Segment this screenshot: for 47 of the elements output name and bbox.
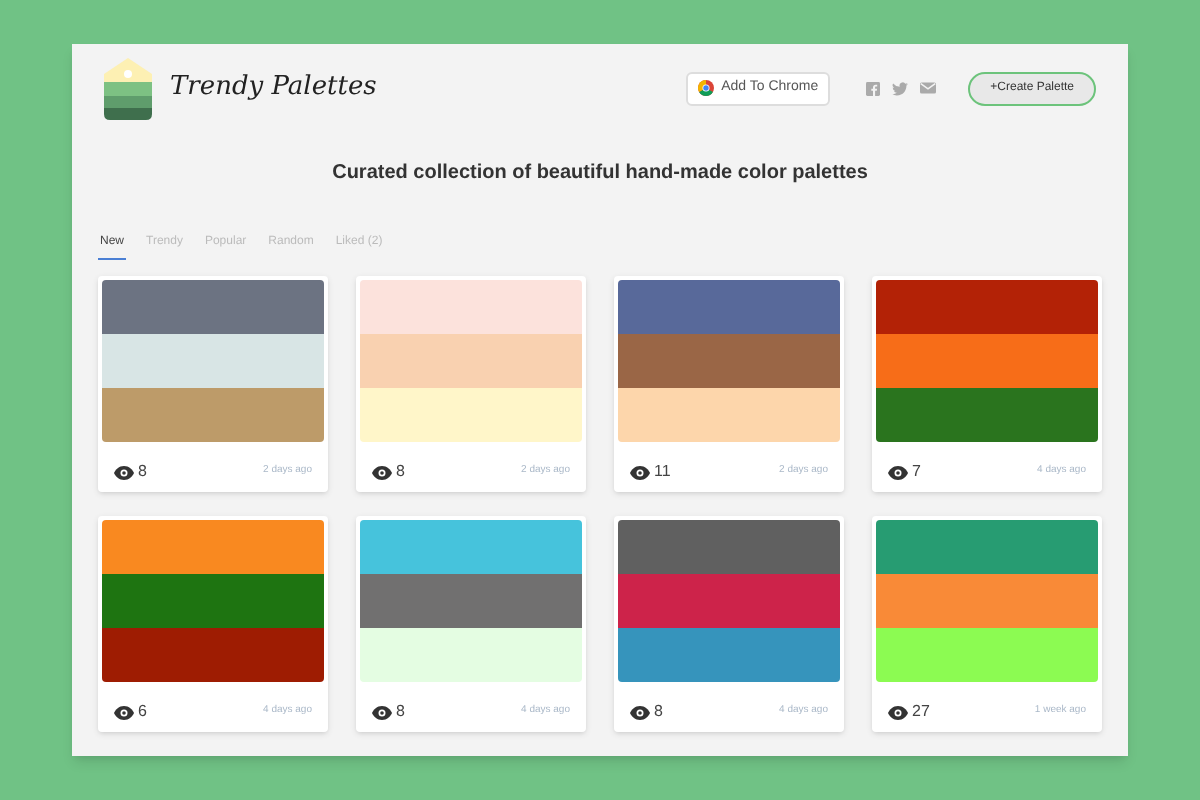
eye-icon (372, 465, 392, 479)
facebook-icon[interactable] (866, 81, 881, 95)
chrome-icon (697, 80, 714, 96)
view-count: 6 (138, 700, 147, 724)
view-count: 8 (138, 460, 147, 484)
color-swatch[interactable] (360, 334, 582, 388)
color-swatch[interactable] (618, 520, 840, 574)
eye-icon (114, 465, 134, 479)
eye-icon (372, 705, 392, 719)
eye-icon (888, 705, 908, 719)
color-swatch[interactable] (102, 388, 324, 442)
color-swatch[interactable] (102, 280, 324, 334)
view-count: 8 (654, 700, 663, 724)
view-count: 7 (912, 460, 921, 484)
eye-icon (888, 465, 908, 479)
view-count: 8 (396, 460, 405, 484)
view-count: 8 (396, 700, 405, 724)
color-swatch[interactable] (102, 574, 324, 628)
color-swatch[interactable] (102, 334, 324, 388)
color-swatch[interactable] (618, 388, 840, 442)
color-swatch[interactable] (360, 520, 582, 574)
color-swatch[interactable] (360, 388, 582, 442)
color-swatch[interactable] (876, 520, 1098, 574)
eye-icon (630, 705, 650, 719)
color-swatch[interactable] (360, 628, 582, 682)
color-swatch[interactable] (876, 334, 1098, 388)
color-swatch[interactable] (618, 628, 840, 682)
color-swatch[interactable] (618, 280, 840, 334)
color-swatch[interactable] (876, 574, 1098, 628)
tagline: Curated collection of beautiful hand-made color palettes (330, 160, 870, 188)
view-count: 27 (912, 700, 930, 724)
twitter-icon[interactable] (892, 81, 909, 95)
mail-icon[interactable] (920, 82, 937, 94)
view-count: 11 (654, 460, 671, 484)
eye-icon (114, 705, 134, 719)
color-swatch[interactable] (876, 280, 1098, 334)
eye-icon (630, 465, 650, 479)
color-swatch[interactable] (102, 520, 324, 574)
color-swatch[interactable] (618, 574, 840, 628)
color-swatch[interactable] (876, 388, 1098, 442)
brand-name: Trendy Palettes (170, 70, 377, 107)
color-swatch[interactable] (360, 280, 582, 334)
color-swatch[interactable] (360, 574, 582, 628)
color-swatch[interactable] (876, 628, 1098, 682)
color-swatch[interactable] (618, 334, 840, 388)
logo-icon (104, 57, 152, 119)
color-swatch[interactable] (102, 628, 324, 682)
